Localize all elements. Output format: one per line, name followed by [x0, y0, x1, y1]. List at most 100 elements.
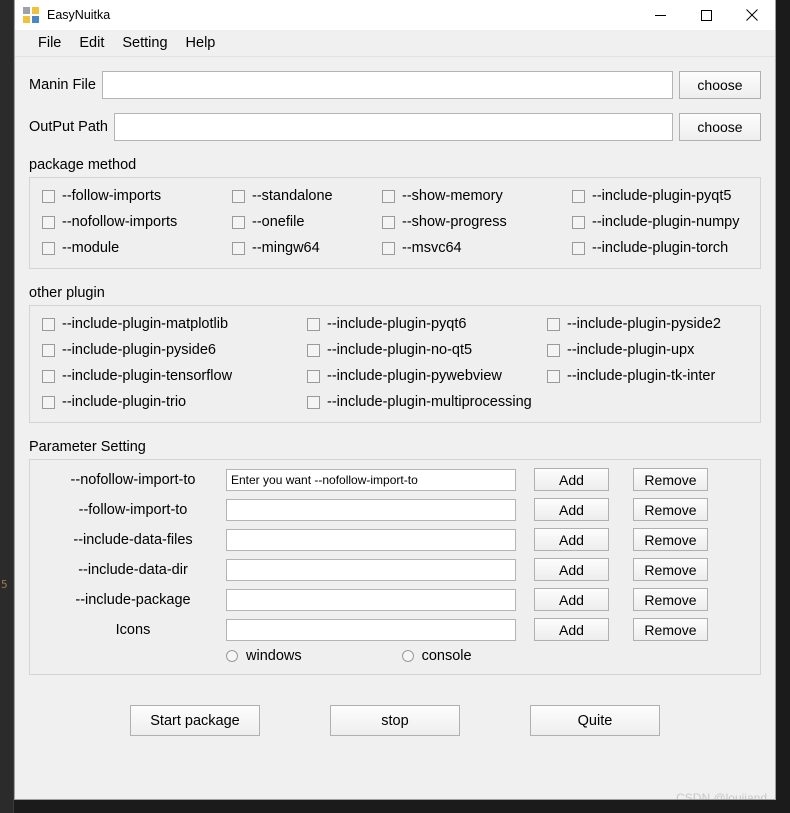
param-input-include-data-files[interactable]	[226, 528, 516, 551]
checkbox-box[interactable]	[382, 215, 395, 229]
main-file-choose-button[interactable]: choose	[679, 71, 761, 99]
checkbox-box[interactable]	[382, 189, 395, 203]
remove-button-include-package[interactable]: Remove	[633, 588, 708, 611]
checkbox-box[interactable]	[547, 369, 560, 383]
window-title: EasyNuitka	[47, 8, 111, 22]
checkbox-box[interactable]	[307, 369, 320, 383]
checkbox-include-plugin-tk-inter[interactable]: --include-plugin-tk-inter	[547, 368, 748, 384]
main-file-label: Manin File	[29, 77, 96, 93]
content-area: Manin File choose OutPut Path choose pac…	[15, 71, 775, 799]
param-row-follow-import-to: --follow-import-to Add Remove	[40, 498, 750, 521]
param-input-follow-import-to[interactable]	[226, 498, 516, 521]
checkbox-module[interactable]: --module	[42, 240, 232, 256]
checkbox-box[interactable]	[42, 317, 55, 331]
checkbox-box[interactable]	[42, 189, 55, 203]
add-button-include-data-dir[interactable]: Add	[534, 558, 609, 581]
checkbox-box[interactable]	[572, 215, 585, 229]
radio-windows[interactable]: windows	[226, 648, 302, 664]
menu-item-help[interactable]: Help	[177, 33, 225, 53]
checkbox-onefile[interactable]: --onefile	[232, 214, 382, 230]
checkbox-include-plugin-pyqt5[interactable]: --include-plugin-pyqt5	[572, 188, 748, 204]
param-input-icons[interactable]	[226, 618, 516, 641]
checkbox-follow-imports[interactable]: --follow-imports	[42, 188, 232, 204]
checkbox-box[interactable]	[42, 215, 55, 229]
checkbox-include-plugin-numpy[interactable]: --include-plugin-numpy	[572, 214, 748, 230]
start-package-button[interactable]: Start package	[130, 705, 260, 736]
remove-button-follow-import-to[interactable]: Remove	[633, 498, 708, 521]
checkbox-include-plugin-matplotlib[interactable]: --include-plugin-matplotlib	[42, 316, 307, 332]
remove-button-include-data-dir[interactable]: Remove	[633, 558, 708, 581]
checkbox-label: --onefile	[252, 214, 305, 230]
quit-button[interactable]: Quite	[530, 705, 660, 736]
checkbox-include-plugin-pyqt6[interactable]: --include-plugin-pyqt6	[307, 316, 547, 332]
menu-item-edit[interactable]: Edit	[70, 33, 113, 53]
radio-dot[interactable]	[401, 650, 414, 662]
remove-button-include-data-files[interactable]: Remove	[633, 528, 708, 551]
checkbox-label: --include-plugin-upx	[567, 342, 695, 358]
checkbox-box[interactable]	[42, 343, 55, 357]
checkbox-box[interactable]	[547, 317, 560, 331]
checkbox-include-plugin-no-qt5[interactable]: --include-plugin-no-qt5	[307, 342, 547, 358]
checkbox-include-plugin-pyside6[interactable]: --include-plugin-pyside6	[42, 342, 307, 358]
checkbox-include-plugin-trio[interactable]: --include-plugin-trio	[42, 394, 307, 410]
checkbox-box[interactable]	[232, 241, 245, 255]
add-button-icons[interactable]: Add	[534, 618, 609, 641]
param-row-include-data-dir: --include-data-dir Add Remove	[40, 558, 750, 581]
checkbox-include-plugin-pywebview[interactable]: --include-plugin-pywebview	[307, 368, 547, 384]
add-button-include-package[interactable]: Add	[534, 588, 609, 611]
param-input-include-package[interactable]	[226, 588, 516, 611]
radio-dot[interactable]	[226, 650, 238, 662]
checkbox-show-memory[interactable]: --show-memory	[382, 188, 572, 204]
checkbox-box[interactable]	[382, 241, 395, 255]
other-plugin-title: other plugin	[29, 285, 105, 301]
checkbox-box[interactable]	[572, 241, 585, 255]
checkbox-msvc64[interactable]: --msvc64	[382, 240, 572, 256]
checkbox-label: --show-progress	[402, 214, 507, 230]
param-row-include-data-files: --include-data-files Add Remove	[40, 528, 750, 551]
checkbox-box[interactable]	[232, 215, 245, 229]
param-input-nofollow-import-to[interactable]	[226, 468, 516, 491]
param-label: --include-data-dir	[78, 561, 188, 578]
other-plugin-box: --include-plugin-matplotlib --include-pl…	[29, 305, 761, 423]
title-bar: EasyNuitka	[15, 0, 775, 30]
checkbox-nofollow-imports[interactable]: --nofollow-imports	[42, 214, 232, 230]
output-path-choose-button[interactable]: choose	[679, 113, 761, 141]
remove-button-nofollow-import-to[interactable]: Remove	[633, 468, 708, 491]
main-file-input[interactable]	[101, 71, 673, 99]
close-icon[interactable]	[729, 0, 775, 30]
checkbox-box[interactable]	[572, 189, 585, 203]
checkbox-label: --include-plugin-trio	[62, 394, 187, 410]
checkbox-mingw64[interactable]: --mingw64	[232, 240, 382, 256]
checkbox-placeholder	[547, 394, 748, 410]
maximize-icon[interactable]	[683, 0, 729, 30]
checkbox-include-plugin-multiprocessing[interactable]: --include-plugin-multiprocessing	[307, 394, 547, 410]
checkbox-box[interactable]	[232, 189, 245, 203]
output-path-input[interactable]	[114, 113, 673, 141]
minimize-icon[interactable]	[637, 0, 683, 30]
radio-console[interactable]: console	[401, 648, 472, 664]
checkbox-box[interactable]	[42, 369, 55, 383]
checkbox-box[interactable]	[307, 343, 320, 357]
checkbox-show-progress[interactable]: --show-progress	[382, 214, 572, 230]
menu-item-setting[interactable]: Setting	[113, 33, 176, 53]
window-controls	[637, 0, 775, 30]
checkbox-standalone[interactable]: --standalone	[232, 188, 382, 204]
checkbox-box[interactable]	[307, 317, 320, 331]
add-button-include-data-files[interactable]: Add	[534, 528, 609, 551]
checkbox-box[interactable]	[42, 241, 55, 255]
checkbox-box[interactable]	[547, 343, 560, 357]
remove-button-icons[interactable]: Remove	[633, 618, 708, 641]
add-button-nofollow-import-to[interactable]: Add	[534, 468, 609, 491]
param-row-include-package: --include-package Add Remove	[40, 588, 750, 611]
checkbox-label: --include-plugin-tensorflow	[62, 368, 233, 384]
checkbox-box[interactable]	[42, 395, 55, 409]
checkbox-include-plugin-pyside2[interactable]: --include-plugin-pyside2	[547, 316, 748, 332]
stop-button[interactable]: stop	[330, 705, 460, 736]
checkbox-include-plugin-upx[interactable]: --include-plugin-upx	[547, 342, 748, 358]
add-button-follow-import-to[interactable]: Add	[534, 498, 609, 521]
checkbox-include-plugin-tensorflow[interactable]: --include-plugin-tensorflow	[42, 368, 307, 384]
checkbox-include-plugin-torch[interactable]: --include-plugin-torch	[572, 240, 748, 256]
param-input-include-data-dir[interactable]	[226, 558, 516, 581]
checkbox-box[interactable]	[307, 395, 320, 409]
menu-item-file[interactable]: File	[29, 33, 70, 53]
